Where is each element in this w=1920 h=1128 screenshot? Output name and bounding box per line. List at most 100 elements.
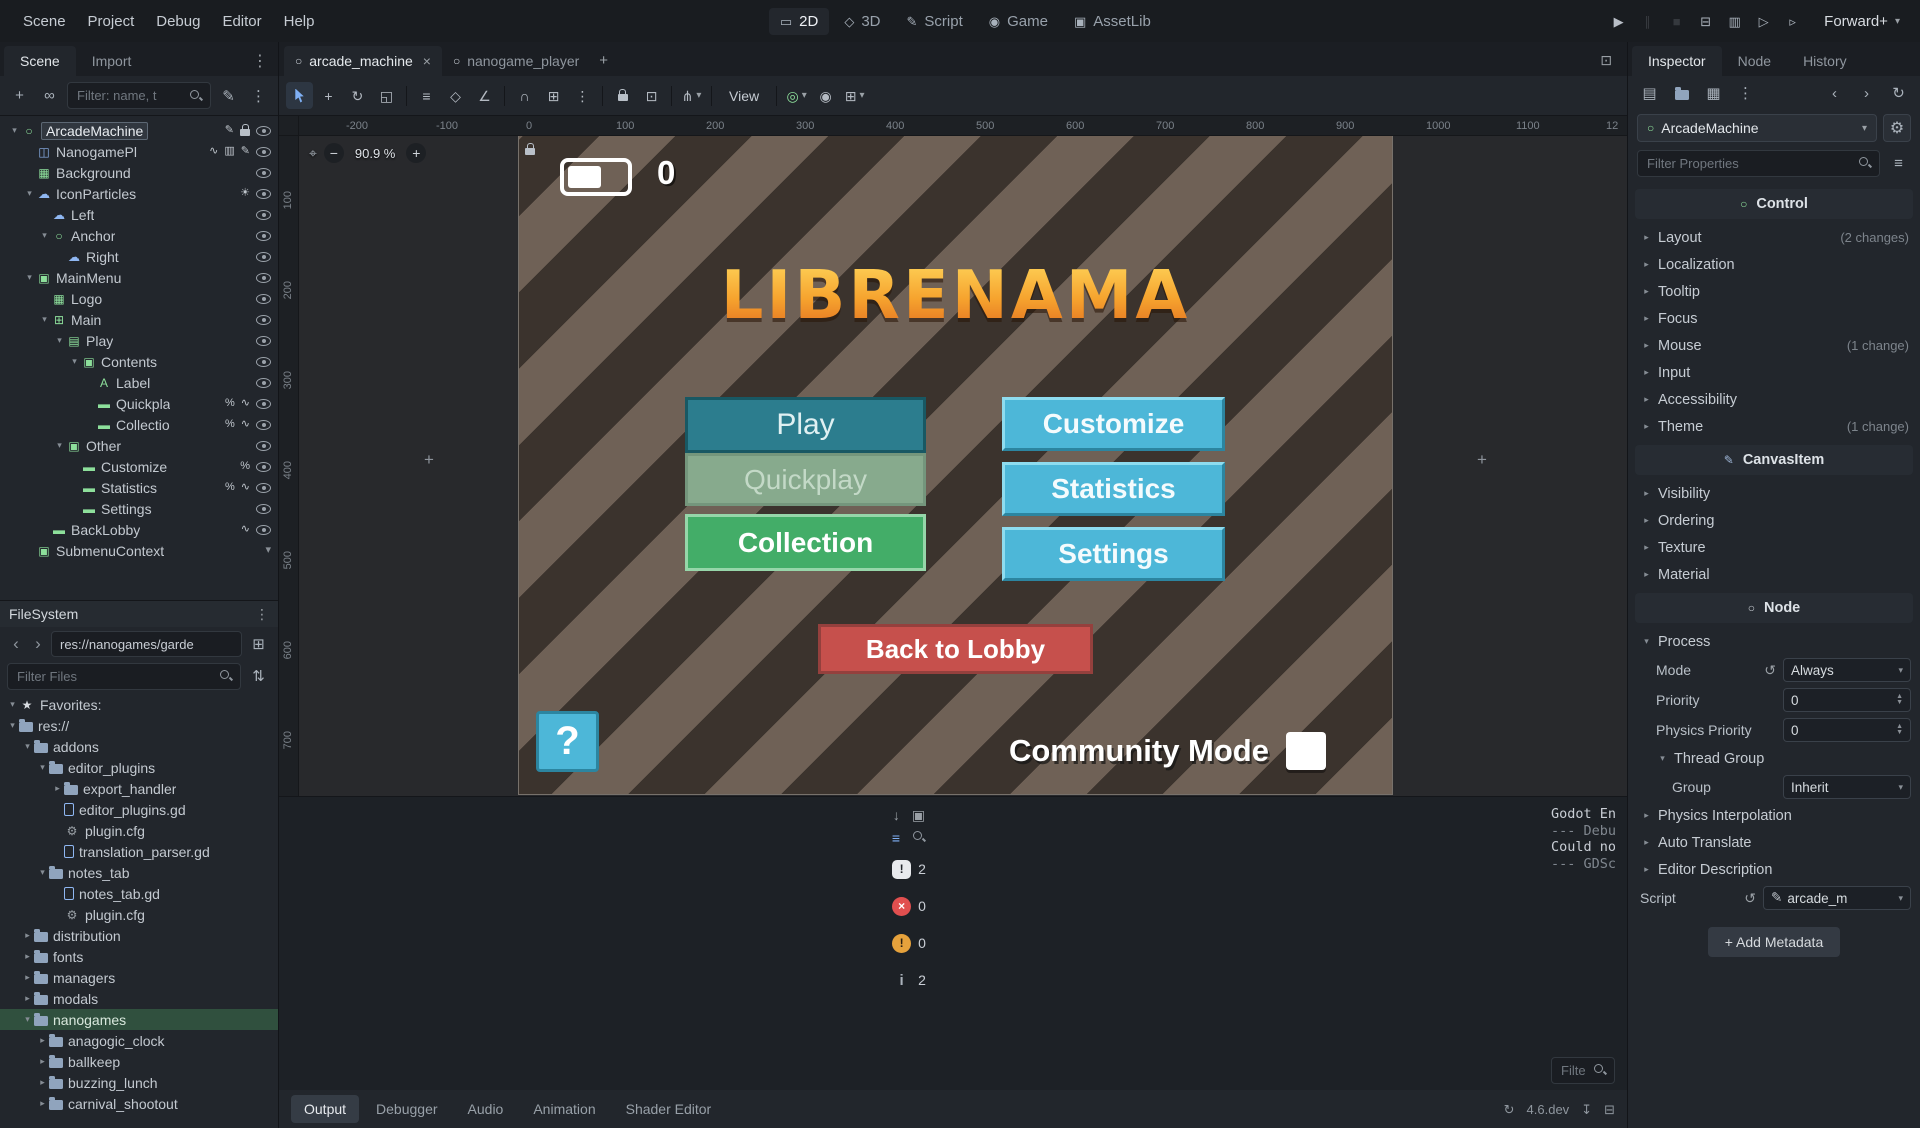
stop-button[interactable]: ■ xyxy=(1663,8,1690,35)
new-scene-tab-button[interactable]: + xyxy=(590,45,617,76)
unique-name-icon[interactable]: % xyxy=(225,482,235,493)
tab-scene[interactable]: Scene xyxy=(4,46,76,76)
expand-arrow[interactable]: ▾ xyxy=(23,188,36,199)
canvas-area[interactable]: ⌖ − 90.9 % + + + 0 LIBRENAMA PlayQuickpl… xyxy=(299,136,1627,796)
section-header-canvasitem[interactable]: ✎CanvasItem xyxy=(1635,445,1913,475)
signal-connection-icon[interactable]: ∿ xyxy=(241,398,250,409)
collection-button[interactable]: Collection xyxy=(685,514,926,571)
group-dropdown[interactable]: Inherit▾ xyxy=(1783,775,1911,799)
bottom-tab-shader-editor[interactable]: Shader Editor xyxy=(613,1095,725,1123)
ruler-tool-button[interactable]: ∠ xyxy=(471,82,498,109)
visibility-toggle-icon[interactable] xyxy=(256,483,271,493)
property-group-focus[interactable]: ▸Focus xyxy=(1628,305,1920,332)
folder-item[interactable]: ▸modals xyxy=(0,988,278,1009)
bottom-tab-debugger[interactable]: Debugger xyxy=(363,1095,451,1123)
scene-tree-item[interactable]: ▦Background xyxy=(0,162,278,183)
folder-item[interactable]: ▸managers xyxy=(0,967,278,988)
property-group-accessibility[interactable]: ▸Accessibility xyxy=(1628,386,1920,413)
scene-tab-arcade_machine[interactable]: ○arcade_machine× xyxy=(284,46,442,76)
folder-item[interactable]: ▾res:// xyxy=(0,715,278,736)
property-group-texture[interactable]: ▸Texture xyxy=(1628,534,1920,561)
visibility-toggle-icon[interactable] xyxy=(256,210,271,220)
move-tool-button[interactable]: + xyxy=(315,82,342,109)
signal-connection-icon[interactable]: ∿ xyxy=(241,524,250,535)
file-item[interactable]: editor_plugins.gd xyxy=(0,799,278,820)
workspace-3d[interactable]: ◇3D xyxy=(833,8,891,35)
scene-tree-item[interactable]: ▬BackLobby∿ xyxy=(0,519,278,540)
run-current-scene-button[interactable]: ▷ xyxy=(1750,8,1777,35)
messages-filter-input[interactable] xyxy=(1559,1062,1588,1079)
close-icon[interactable]: × xyxy=(423,53,431,69)
expand-arrow[interactable]: ▸ xyxy=(21,951,34,962)
expand-arrow[interactable]: ▾ xyxy=(38,230,51,241)
scene-tree-item[interactable]: ◫NanogamePl∿▥✎ xyxy=(0,141,278,162)
scene-tree-item[interactable]: ▦Logo xyxy=(0,288,278,309)
bottom-tab-output[interactable]: Output xyxy=(291,1095,359,1123)
expand-arrow[interactable]: ▾ xyxy=(6,699,19,710)
expand-arrow[interactable]: ▾ xyxy=(36,867,49,878)
messages-filter-toggle[interactable]: !2 xyxy=(892,854,926,884)
visibility-toggle-icon[interactable] xyxy=(256,378,271,388)
menu-editor[interactable]: Editor xyxy=(211,8,272,35)
expand-arrow[interactable]: ▸ xyxy=(36,1077,49,1088)
scene-tree-item[interactable]: ALabel xyxy=(0,372,278,393)
scene-tree-item[interactable]: ▾☁IconParticles☀ xyxy=(0,183,278,204)
info-filter-toggle[interactable]: i2 xyxy=(892,965,926,995)
property-group-physics-interpolation[interactable]: ▸Physics Interpolation xyxy=(1628,802,1920,829)
instance-scene-button[interactable]: ∞ xyxy=(37,83,62,108)
add-metadata-button[interactable]: + Add Metadata xyxy=(1708,927,1840,957)
help-button[interactable]: ? xyxy=(536,711,599,772)
script-resource-picker[interactable]: ✎arcade_m▾ xyxy=(1763,886,1911,910)
scene-tree-item[interactable]: ▬Settings xyxy=(0,498,278,519)
save-log-button[interactable]: ↓ xyxy=(893,807,900,823)
search-messages-toggle[interactable] xyxy=(912,830,926,847)
scene-tree-item[interactable]: ▾⊞Main xyxy=(0,309,278,330)
unique-name-icon[interactable]: % xyxy=(225,419,235,430)
split-view-button[interactable]: ⊞ xyxy=(246,632,271,657)
expand-arrow[interactable]: ▾ xyxy=(21,1014,34,1025)
community-mode-checkbox[interactable] xyxy=(1286,732,1326,770)
remote-debug-button[interactable]: ⊟ xyxy=(1692,8,1719,35)
folder-item[interactable]: ▸distribution xyxy=(0,925,278,946)
add-node-button[interactable]: + xyxy=(7,83,32,108)
history-forward-button[interactable]: › xyxy=(1854,81,1879,106)
scene-tab-nanogame_player[interactable]: ○nanogame_player xyxy=(442,46,590,76)
visibility-toggle-icon[interactable] xyxy=(256,420,271,430)
visibility-toggle-icon[interactable] xyxy=(256,525,271,535)
scene-tree-item[interactable]: ▾▣Other xyxy=(0,435,278,456)
folder-item[interactable]: ▾notes_tab xyxy=(0,862,278,883)
visibility-toggle-icon[interactable] xyxy=(256,168,271,178)
run-custom-scene-button[interactable]: ▹ xyxy=(1779,8,1806,35)
visibility-toggle-icon[interactable] xyxy=(256,504,271,514)
property-group-tooltip[interactable]: ▸Tooltip xyxy=(1628,278,1920,305)
tab-node[interactable]: Node xyxy=(1722,46,1787,76)
expand-arrow[interactable]: ▾ xyxy=(8,125,21,136)
workspace-game[interactable]: ◉Game xyxy=(978,8,1059,35)
property-group-editor-description[interactable]: ▸Editor Description xyxy=(1628,856,1920,883)
center-view-icon[interactable]: ⌖ xyxy=(309,145,317,162)
expand-arrow[interactable]: ▾ xyxy=(38,314,51,325)
movie-maker-button[interactable]: ▥ xyxy=(1721,8,1748,35)
attach-script-button[interactable]: ✎ xyxy=(216,83,241,108)
priority-spinbox[interactable]: 0▲▼ xyxy=(1783,688,1911,712)
scene-tree-item[interactable]: ▾▣Contents xyxy=(0,351,278,372)
zoom-out-button[interactable]: − xyxy=(324,143,344,163)
file-item[interactable]: ⚙plugin.cfg xyxy=(0,904,278,925)
expand-arrow[interactable]: ▾ xyxy=(23,272,36,283)
collapse-duplicates-toggle[interactable]: ≡ xyxy=(892,830,900,847)
file-item[interactable]: ▾★Favorites: xyxy=(0,694,278,715)
nav-back-button[interactable]: ‹ xyxy=(7,634,25,654)
customize-button[interactable]: Customize xyxy=(1002,397,1225,451)
property-display-options-button[interactable]: ≡ xyxy=(1886,151,1911,176)
resource-menu-button[interactable]: ⋮ xyxy=(1733,81,1758,106)
paint-menu-button[interactable]: ◉ xyxy=(812,82,839,109)
warnings-filter-toggle[interactable]: !0 xyxy=(892,928,926,958)
visibility-toggle-icon[interactable] xyxy=(256,357,271,367)
folder-item[interactable]: ▸export_handler xyxy=(0,778,278,799)
node-selector[interactable]: ○ ArcadeMachine ▾ xyxy=(1637,114,1877,142)
zoom-in-button[interactable]: + xyxy=(406,143,426,163)
workspace-script[interactable]: ✎Script xyxy=(896,8,974,35)
expand-arrow[interactable]: ▸ xyxy=(36,1056,49,1067)
expand-arrow[interactable]: ▾ xyxy=(6,720,19,731)
spin-steppers[interactable]: ▲▼ xyxy=(1896,724,1903,736)
